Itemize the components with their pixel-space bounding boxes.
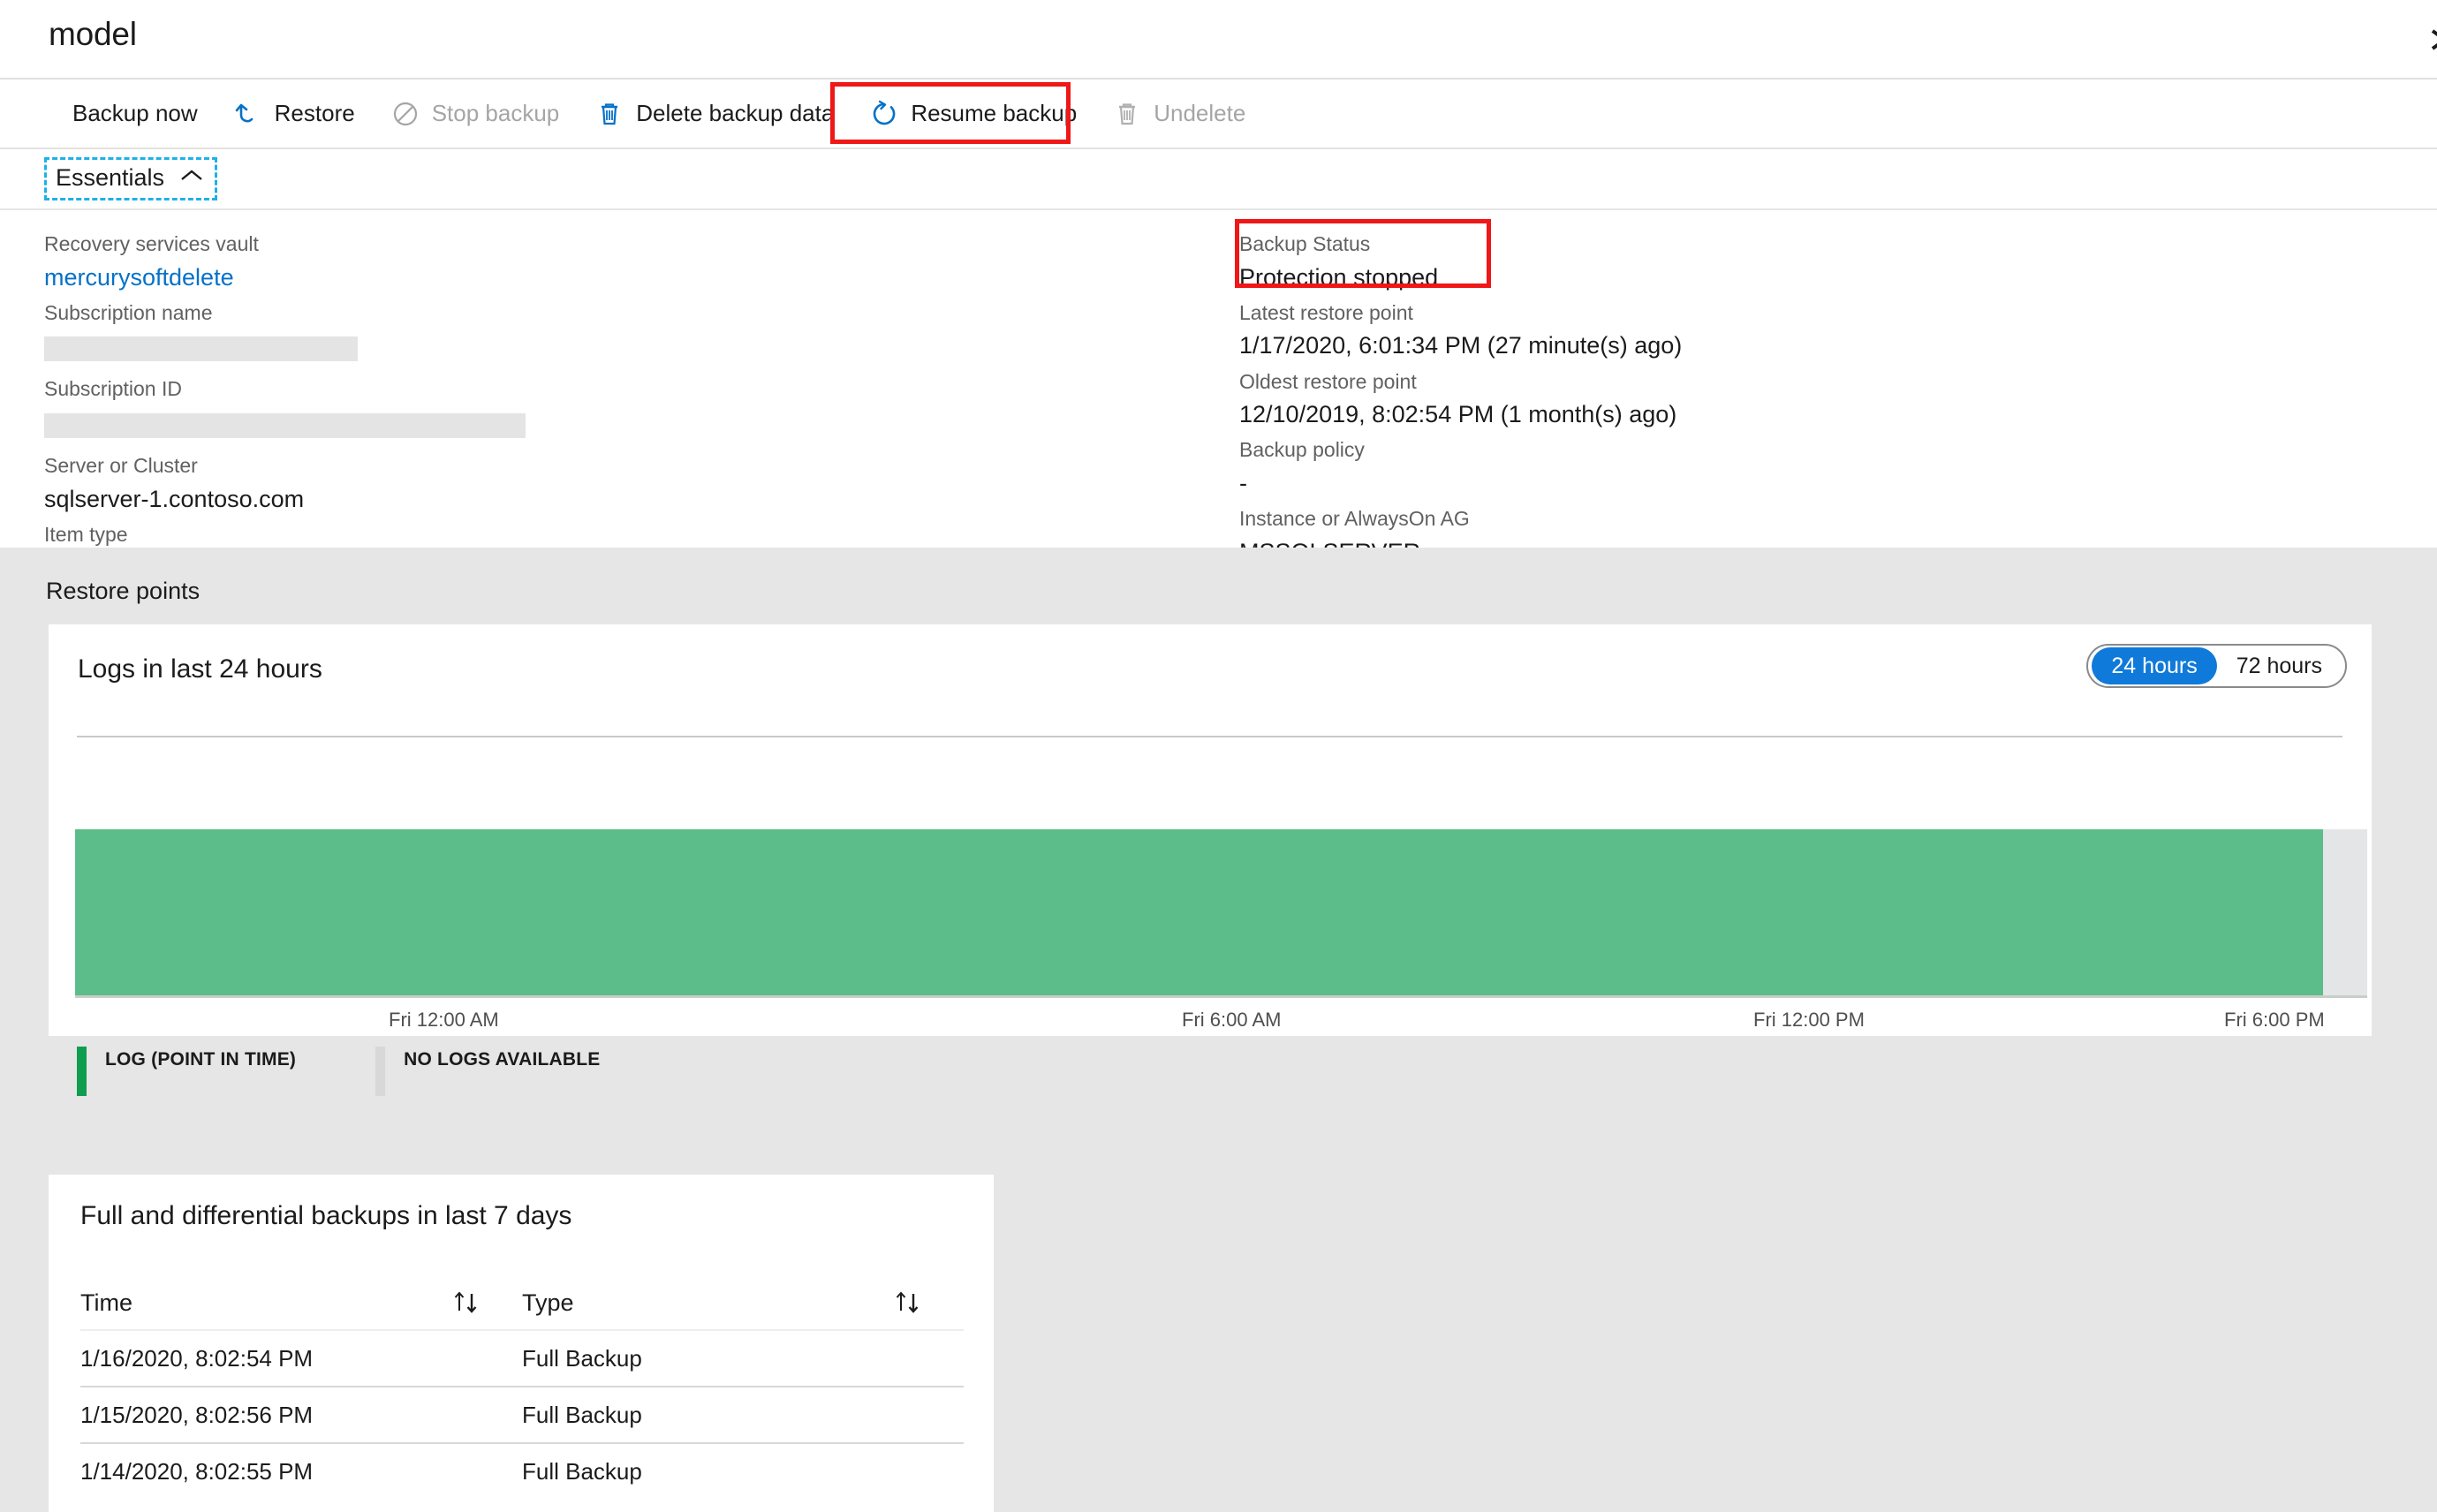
field-label-latest-restore: Latest restore point (1239, 300, 1413, 324)
backups-table-title: Full and differential backups in last 7 … (80, 1201, 572, 1230)
recovery-vault-link[interactable]: mercurysoftdelete (44, 261, 1148, 295)
cell-type: Full Backup (522, 1401, 642, 1428)
column-header-type[interactable]: Type (522, 1288, 964, 1318)
essentials-right-column: Backup Status Protection stopped Latest … (1239, 226, 2343, 570)
field-label-recovery-vault: Recovery services vault (44, 232, 259, 255)
stop-backup-button[interactable]: Stop backup (378, 91, 572, 137)
logs-timeline-chart[interactable] (75, 829, 2394, 998)
range-24-hours[interactable]: 24 hours (2092, 647, 2217, 684)
restore-icon (233, 99, 263, 129)
cell-type: Full Backup (522, 1344, 642, 1372)
stop-backup-label: Stop backup (431, 100, 560, 126)
legend-item-no-logs: NO LOGS AVAILABLE (375, 1047, 600, 1096)
legend-item-log-point-in-time: LOG (POINT IN TIME) (77, 1047, 296, 1096)
table-header-row: Time Type (80, 1276, 964, 1329)
sort-arrows-icon[interactable] (450, 1288, 522, 1318)
time-range-toggle: 24 hours 72 hours (2086, 644, 2347, 688)
sort-arrows-icon[interactable] (891, 1288, 964, 1318)
blade-title-bar: model (0, 0, 2437, 79)
trash-icon (1112, 99, 1142, 129)
chart-top-rule (77, 736, 2342, 737)
restore-points-title: Restore points (46, 578, 201, 604)
resume-icon (869, 99, 899, 129)
restore-button[interactable]: Restore (221, 91, 367, 137)
field-label-item-type: Item type (44, 522, 128, 546)
command-toolbar: Backup now Restore Stop backup Delete ba… (0, 79, 2437, 149)
undelete-label: Undelete (1154, 100, 1246, 126)
latest-restore-point-value: 1/17/2020, 6:01:34 PM (27 minute(s) ago) (1239, 332, 1683, 359)
cell-time: 1/14/2020, 8:02:55 PM (80, 1457, 314, 1485)
essentials-bar (0, 149, 2437, 205)
subscription-id-redacted (44, 413, 526, 439)
cell-time: 1/16/2020, 8:02:54 PM (80, 1344, 314, 1372)
range-72-hours[interactable]: 72 hours (2217, 647, 2342, 684)
no-logs-bar (2323, 829, 2367, 995)
table-row[interactable]: 1/15/2020, 8:02:56 PM Full Backup (80, 1386, 964, 1442)
legend-swatch-green (77, 1047, 87, 1096)
table-row[interactable]: 1/16/2020, 8:02:54 PM Full Backup (80, 1329, 964, 1386)
chart-baseline (75, 995, 2367, 998)
backup-now-label: Backup now (72, 100, 198, 126)
resume-backup-label: Resume backup (911, 100, 1078, 126)
legend-swatch-gray (375, 1047, 386, 1096)
field-label-server-cluster: Server or Cluster (44, 454, 198, 478)
page-title: model (49, 16, 137, 52)
log-available-bar (75, 829, 2323, 995)
x-tick-1: Fri 6:00 AM (1182, 1009, 1282, 1031)
x-tick-3: Fri 6:00 PM (2224, 1009, 2325, 1031)
column-header-type-label: Type (522, 1289, 574, 1316)
x-tick-0: Fri 12:00 AM (389, 1009, 499, 1031)
field-label-backup-status: Backup Status (1239, 232, 1371, 255)
field-label-subscription-name: Subscription name (44, 300, 213, 324)
field-label-instance-ag: Instance or AlwaysOn AG (1239, 507, 1470, 531)
logs-chart-card: Logs in last 24 hours 24 hours 72 hours … (49, 624, 2372, 1096)
x-tick-2: Fri 12:00 PM (1753, 1009, 1865, 1031)
essentials-label: Essentials (56, 164, 165, 191)
cell-time: 1/15/2020, 8:02:56 PM (80, 1401, 314, 1428)
essentials-left-column: Recovery services vault mercurysoftdelet… (44, 226, 1148, 586)
restore-label: Restore (274, 100, 355, 126)
backup-policy-value: - (1239, 469, 1247, 496)
resume-backup-button[interactable]: Resume backup (857, 91, 1089, 137)
legend-label-no-logs: NO LOGS AVAILABLE (404, 1049, 601, 1070)
cell-type: Full Backup (522, 1457, 642, 1485)
status-badge: Protection stopped (1239, 263, 1439, 291)
field-label-oldest-restore: Oldest restore point (1239, 369, 1417, 393)
backup-now-button[interactable]: Backup now (55, 91, 210, 137)
server-cluster-value: sqlserver-1.contoso.com (44, 485, 305, 512)
undelete-button[interactable]: Undelete (1100, 91, 1258, 137)
subscription-name-redacted (44, 336, 358, 362)
column-header-time-label: Time (80, 1289, 132, 1316)
delete-backup-data-button[interactable]: Delete backup data (582, 91, 846, 137)
close-icon[interactable] (2396, 16, 2437, 64)
delete-backup-data-label: Delete backup data (636, 100, 835, 126)
logs-chart-title: Logs in last 24 hours (78, 654, 322, 684)
restore-points-section: Restore points Logs in last 24 hours 24 … (0, 548, 2437, 1512)
trash-icon (594, 99, 624, 129)
chart-legend: LOG (POINT IN TIME) NO LOGS AVAILABLE (77, 1047, 635, 1096)
oldest-restore-point-value: 12/10/2019, 8:02:54 PM (1 month(s) ago) (1239, 401, 1677, 428)
backups-table-card: Full and differential backups in last 7 … (49, 1175, 994, 1512)
stop-icon (390, 99, 420, 129)
backups-table: Time Type 1/16/2020, 8:02:54 PM Full Bac… (80, 1276, 964, 1499)
table-row[interactable]: 1/14/2020, 8:02:55 PM Full Backup (80, 1442, 964, 1499)
field-label-backup-policy: Backup policy (1239, 438, 1365, 462)
legend-label-log: LOG (POINT IN TIME) (105, 1049, 297, 1070)
column-header-time[interactable]: Time (80, 1288, 522, 1318)
essentials-panel: Recovery services vault mercurysoftdelet… (0, 210, 2437, 580)
portal-blade: model Backup now Restore Stop backup Del… (0, 0, 2437, 1512)
chevron-up-icon (179, 168, 204, 188)
field-label-subscription-id: Subscription ID (44, 377, 182, 401)
essentials-toggle[interactable]: Essentials (44, 157, 218, 200)
